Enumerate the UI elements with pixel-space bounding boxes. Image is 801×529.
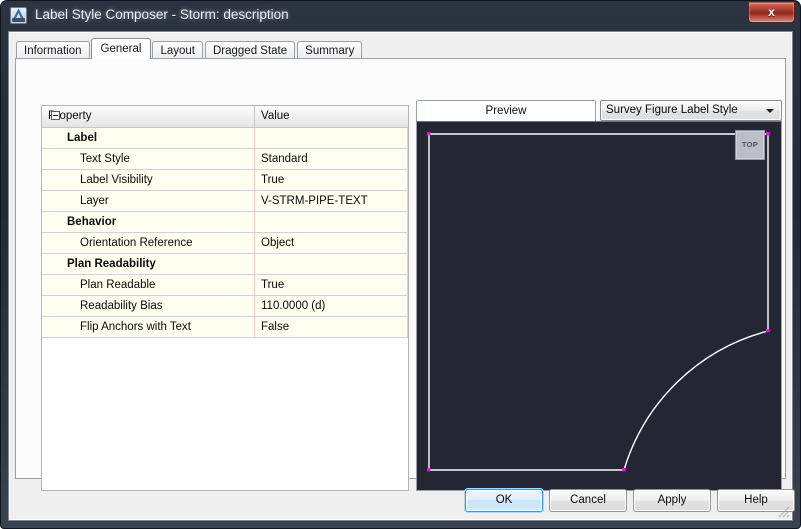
tab-dragged-state[interactable]: Dragged State <box>204 41 296 59</box>
cancel-button[interactable]: Cancel <box>549 489 627 512</box>
ok-button[interactable]: OK <box>465 489 543 512</box>
property-row[interactable]: Layer V-STRM-PIPE-TEXT <box>42 191 408 212</box>
property-value[interactable]: Standard <box>255 149 408 169</box>
property-label: Plan Readable <box>42 275 255 295</box>
collapse-toggle-icon[interactable] <box>51 111 60 120</box>
column-header-property: Property <box>42 106 255 127</box>
icon-base-bar <box>12 18 25 22</box>
property-label: Text Style <box>42 149 255 169</box>
property-row[interactable]: Orientation Reference Object <box>42 233 408 254</box>
property-group-row[interactable]: Behavior <box>42 111 408 233</box>
property-row[interactable]: Plan Readable True <box>42 275 408 296</box>
tab-page-general: Property Value Label Text Style Standard La… <box>15 58 786 491</box>
close-button[interactable]: x <box>748 2 795 23</box>
property-label: Label <box>42 128 255 148</box>
tab-general[interactable]: General <box>90 38 152 59</box>
dialog-window: Label Style Composer - Storm: descriptio… <box>0 0 801 529</box>
property-grid-header: Property Value <box>42 106 408 128</box>
dialog-body: Information General Layout Dragged State Sum… <box>8 31 795 521</box>
property-value[interactable]: False <box>255 317 408 337</box>
autocad-a-icon <box>10 7 27 24</box>
label-style-dropdown[interactable]: Survey Figure Label Style <box>600 100 782 121</box>
property-label: Label Visibility <box>42 170 255 190</box>
property-label: Readability Bias <box>42 296 255 316</box>
viewcube-top[interactable]: TOP <box>735 130 765 160</box>
resize-grip-icon[interactable] <box>777 505 790 518</box>
property-value[interactable] <box>255 254 408 274</box>
chevron-down-icon <box>766 109 774 113</box>
property-group-row[interactable]: Label <box>42 111 408 149</box>
property-label: Orientation Reference <box>42 233 255 253</box>
window-title: Label Style Composer - Storm: descriptio… <box>35 7 289 22</box>
property-value[interactable] <box>255 212 408 232</box>
property-value[interactable] <box>255 128 408 148</box>
property-grid-rows: Label Text Style Standard Label Visibility T… <box>42 111 408 338</box>
button-bar: OK Cancel Apply Help <box>9 479 795 520</box>
preview-canvas[interactable]: TOP <box>416 121 782 491</box>
title-bar: Label Style Composer - Storm: descriptio… <box>1 1 800 31</box>
property-label: Flip Anchors with Text <box>42 317 255 337</box>
tab-layout[interactable]: Layout <box>152 41 203 59</box>
property-row[interactable]: Readability Bias 110.0000 (d) <box>42 296 408 317</box>
tab-information[interactable]: Information <box>16 41 90 59</box>
close-icon: x <box>768 5 775 19</box>
column-header-value: Value <box>261 110 290 122</box>
tab-summary[interactable]: Summary <box>297 41 363 59</box>
grip-points <box>427 132 770 472</box>
property-row[interactable]: Text Style Standard <box>42 149 408 170</box>
property-row[interactable]: Flip Anchors with Text False <box>42 317 408 338</box>
preview-label: Preview <box>416 100 596 121</box>
preview-panel: Preview Survey Figure Label Style TOP <box>416 99 782 491</box>
property-value[interactable]: True <box>255 170 408 190</box>
label-style-selected-value: Survey Figure Label Style <box>606 104 738 116</box>
property-label: Layer <box>42 191 255 211</box>
viewcube-label: TOP <box>741 140 759 149</box>
property-value[interactable]: Object <box>255 233 408 253</box>
property-grid[interactable]: Property Value Label Text Style Standard La… <box>41 105 409 491</box>
property-label: Plan Readability <box>42 254 255 274</box>
property-label: Behavior <box>42 212 255 232</box>
property-value[interactable]: 110.0000 (d) <box>255 296 408 316</box>
apply-button[interactable]: Apply <box>633 489 711 512</box>
preview-geometry <box>427 132 770 472</box>
property-group-row[interactable]: Plan Readability <box>42 111 408 275</box>
tab-strip: Information General Layout Dragged State Sum… <box>16 38 364 59</box>
preview-header: Preview Survey Figure Label Style <box>416 99 782 121</box>
property-value[interactable]: V-STRM-PIPE-TEXT <box>255 191 408 211</box>
property-row[interactable]: Label Visibility True <box>42 170 408 191</box>
property-value[interactable]: True <box>255 275 408 295</box>
